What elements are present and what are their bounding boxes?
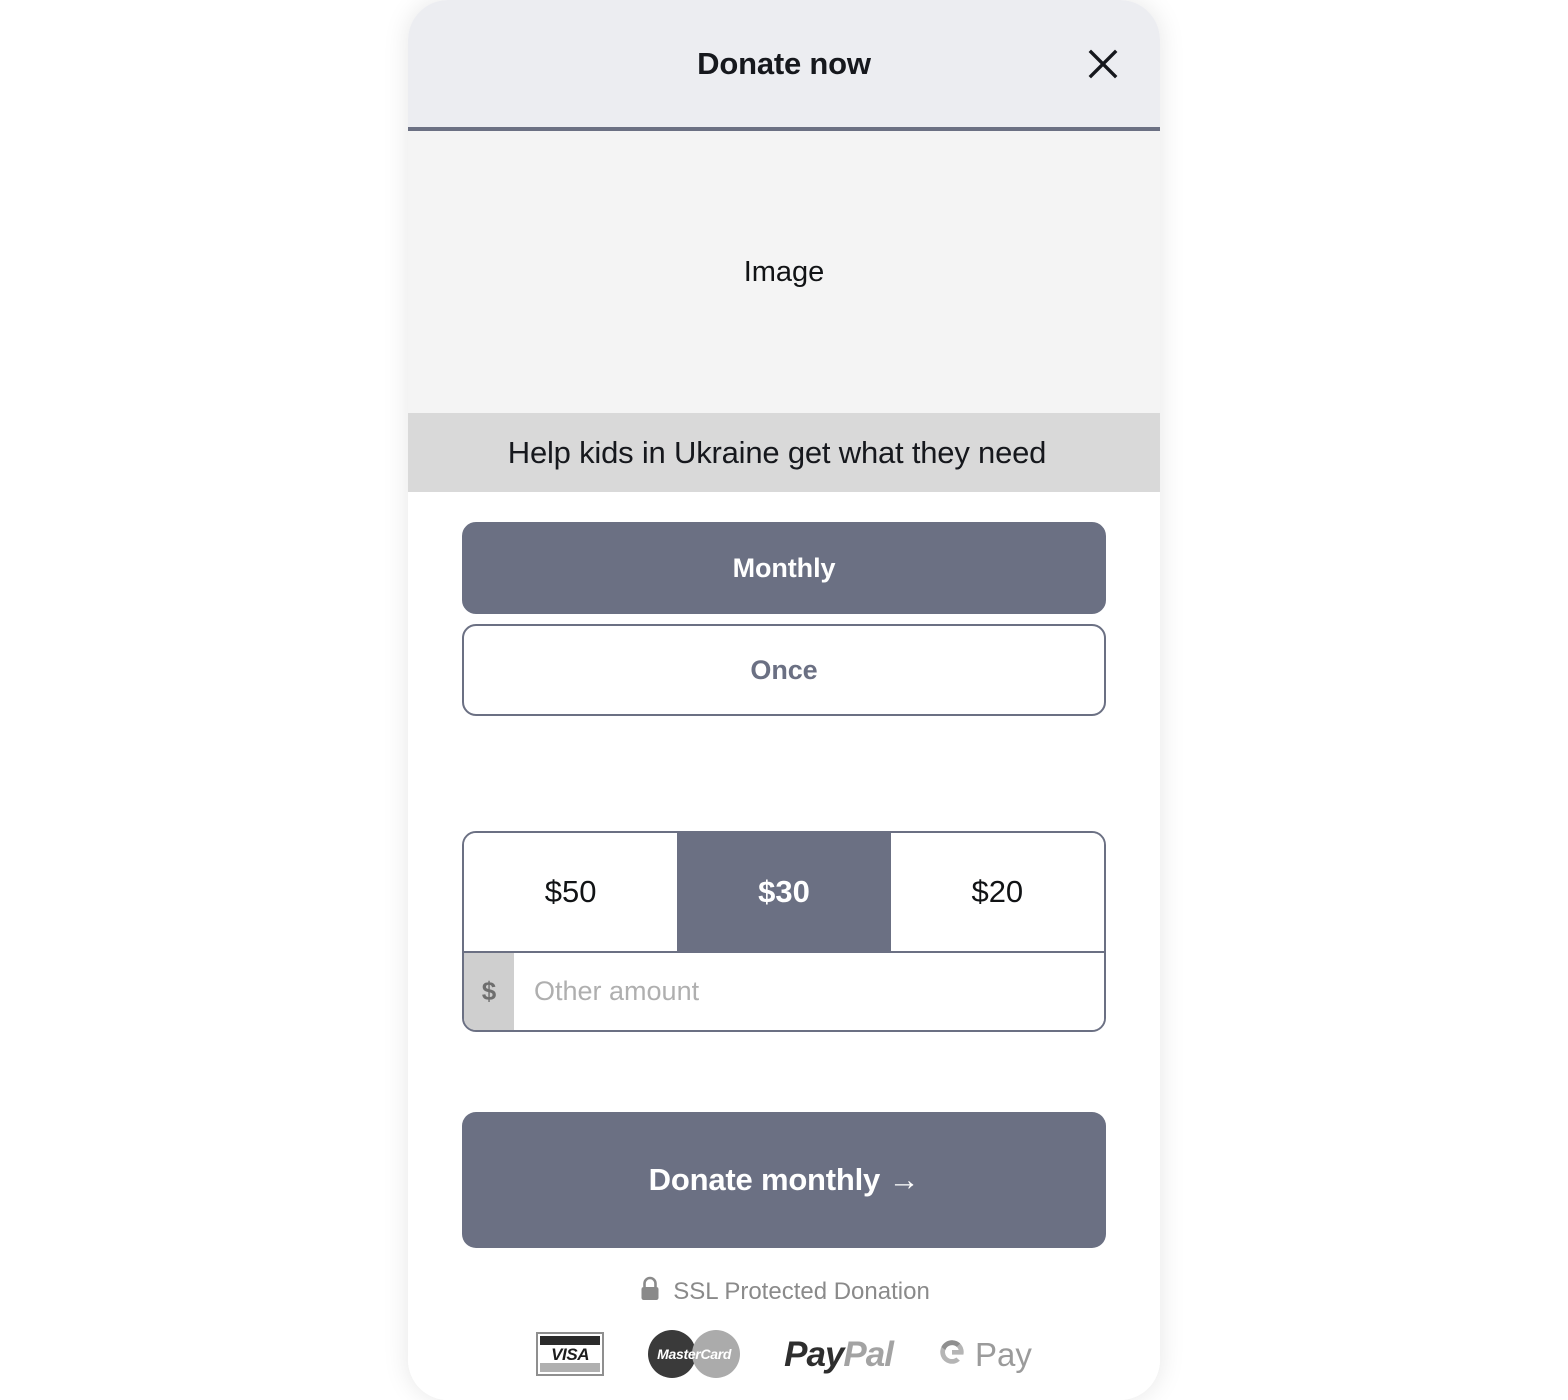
mastercard-label: MasterCard <box>657 1346 732 1362</box>
ssl-badge: SSL Protected Donation <box>462 1276 1106 1307</box>
page-background: Donate now Image Help kids in Ukraine ge… <box>0 0 1568 1400</box>
campaign-caption-band: Help kids in Ukraine get what they need <box>408 413 1160 492</box>
amount-option-50[interactable]: $50 <box>464 833 678 951</box>
visa-top-bar <box>540 1336 601 1345</box>
other-amount-input[interactable] <box>514 953 1104 1030</box>
gpay-label: Pay <box>974 1335 1032 1373</box>
close-button[interactable] <box>1076 37 1130 91</box>
image-placeholder-label: Image <box>743 255 825 288</box>
ssl-text: SSL Protected Donation <box>673 1277 930 1305</box>
amount-options-row: $50 $30 $20 <box>464 833 1104 951</box>
page-title: Donate now <box>697 45 871 81</box>
amount-selector: $50 $30 $20 $ <box>462 831 1106 1032</box>
frequency-option-once[interactable]: Once <box>462 624 1106 716</box>
campaign-caption: Help kids in Ukraine get what they need <box>507 434 1047 470</box>
google-g-icon <box>937 1337 967 1372</box>
donate-button[interactable]: Donate monthly → <box>462 1112 1106 1248</box>
amount-option-20[interactable]: $20 <box>890 833 1104 951</box>
visa-icon: VISA <box>536 1332 605 1376</box>
other-amount-row: $ <box>464 951 1104 1030</box>
paypal-label-light: Pal <box>843 1334 894 1374</box>
visa-bottom-bar <box>540 1363 601 1372</box>
gpay-icon: Pay <box>937 1337 1032 1372</box>
frequency-selector: Monthly Once <box>462 522 1106 716</box>
paypal-label-dark: Pay <box>784 1334 844 1374</box>
modal-header: Donate now <box>408 0 1160 131</box>
close-icon <box>1087 48 1119 80</box>
lock-icon <box>638 1276 662 1307</box>
frequency-option-monthly[interactable]: Monthly <box>462 522 1106 614</box>
donate-modal: Donate now Image Help kids in Ukraine ge… <box>408 0 1160 1400</box>
currency-symbol: $ <box>464 953 514 1030</box>
mastercard-icon: MasterCard <box>648 1330 741 1378</box>
amount-group: $50 $30 $20 $ <box>462 831 1106 1032</box>
modal-body: Monthly Once $50 $30 $20 $ Other amount … <box>408 492 1160 1400</box>
campaign-image-placeholder: Image <box>408 131 1160 413</box>
visa-label: VISA <box>551 1344 590 1364</box>
paypal-icon: PayPal <box>784 1334 894 1374</box>
payment-methods: VISA MasterCard PayPal Pay <box>462 1330 1106 1378</box>
amount-option-30[interactable]: $30 <box>677 833 891 951</box>
